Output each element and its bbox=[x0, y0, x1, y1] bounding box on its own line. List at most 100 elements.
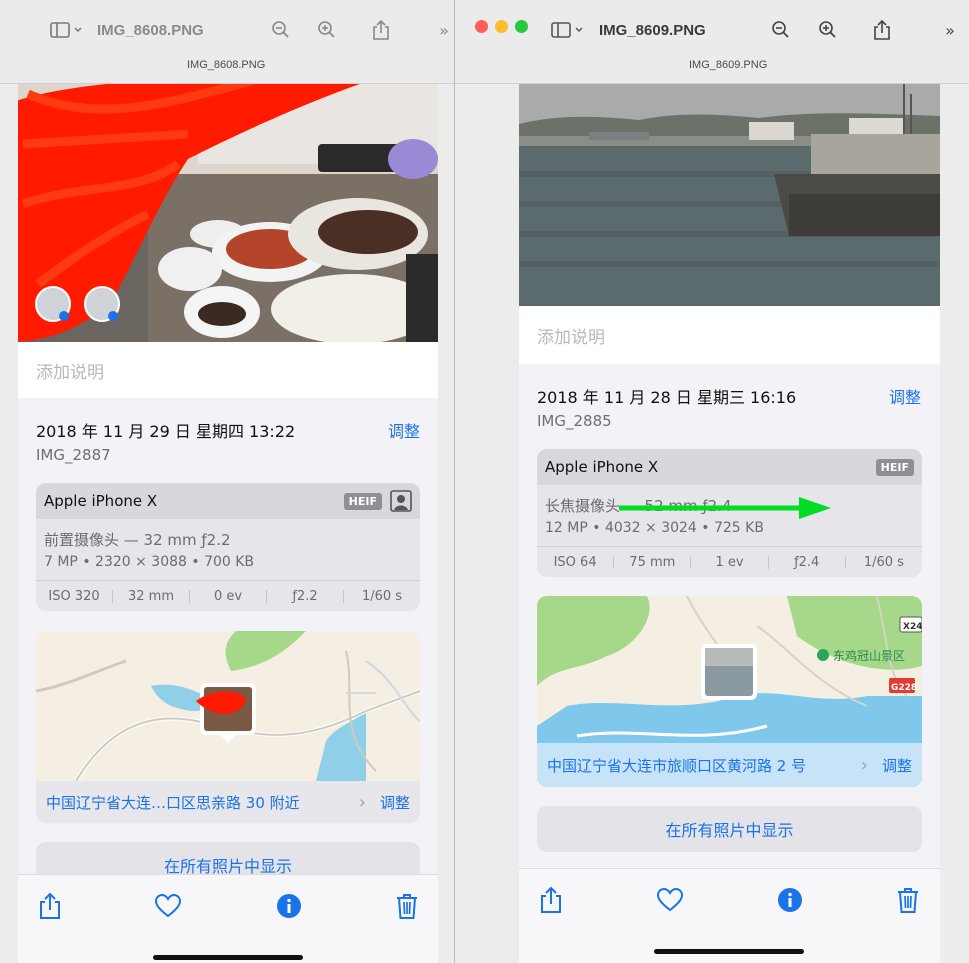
fullscreen-button[interactable] bbox=[515, 20, 528, 33]
camera-model: Apple iPhone X bbox=[44, 492, 158, 510]
photo-preview[interactable] bbox=[519, 84, 940, 306]
toolbar-overflow-button[interactable]: » bbox=[434, 17, 454, 43]
titlebar: IMG_8609.PNG » IMG_8609.PNG bbox=[455, 0, 969, 84]
zoom-out-icon bbox=[772, 21, 789, 38]
sidebar-toggle-button[interactable] bbox=[50, 17, 86, 43]
titlebar: IMG_8608.PNG » IMG_8608.PNG bbox=[0, 0, 454, 84]
heart-icon bbox=[657, 888, 683, 912]
exif-shutter: 1/60 s bbox=[863, 555, 904, 570]
green-arrow-annotation bbox=[619, 497, 831, 519]
photo-datetime: 2018 年 11 月 28 日 星期三 16:16 bbox=[537, 388, 797, 407]
exif-focal: 75 mm bbox=[614, 556, 692, 569]
chevron-double-right-icon: » bbox=[945, 20, 955, 40]
map-image bbox=[36, 631, 420, 783]
zoom-in-button[interactable] bbox=[314, 17, 340, 43]
zoom-out-button[interactable] bbox=[768, 17, 794, 43]
adjust-location-button[interactable]: 调整 bbox=[882, 755, 912, 776]
bottom-toolbar bbox=[519, 868, 940, 963]
favorite-button[interactable] bbox=[153, 891, 183, 921]
info-button[interactable] bbox=[775, 885, 805, 915]
share-icon bbox=[541, 886, 561, 913]
chevron-right-icon: › bbox=[358, 791, 366, 813]
sidebar-icon bbox=[50, 22, 82, 38]
camera-info-card: Apple iPhone X HEIF 前置摄像头 — 32 mm ƒ2.2 7… bbox=[36, 483, 420, 611]
trash-icon bbox=[397, 894, 417, 919]
exif-shutter: 1/60 s bbox=[361, 589, 403, 604]
favorite-button[interactable] bbox=[655, 885, 685, 915]
caption-field[interactable]: 添加说明 bbox=[18, 342, 438, 398]
share-button[interactable] bbox=[869, 17, 895, 43]
window-title: IMG_8608.PNG bbox=[97, 21, 204, 39]
minimize-button[interactable] bbox=[495, 20, 508, 33]
road-badge-g228: G228 bbox=[891, 683, 917, 693]
adjust-location-button[interactable]: 调整 bbox=[380, 792, 410, 813]
harbor-photo-image bbox=[519, 84, 940, 306]
preview-window-left: IMG_8608.PNG » IMG_8608.PNG 添加说明 2018 年 … bbox=[0, 0, 454, 963]
share-icon bbox=[874, 19, 890, 40]
location-map-card[interactable]: 东鸡冠山景区 X24 G228 中国辽宁省大连市旅顺口区黄河路 2 号 › 调整 bbox=[537, 596, 922, 787]
window-subtitle: IMG_8609.PNG bbox=[689, 59, 768, 71]
trash-icon bbox=[898, 888, 918, 913]
share-photo-button[interactable] bbox=[536, 885, 566, 915]
exif-ev: 1 ev bbox=[691, 556, 769, 569]
camera-model: Apple iPhone X bbox=[545, 458, 659, 476]
photo-specs: 7 MP • 2320 × 3088 • 700 KB bbox=[44, 554, 255, 570]
home-indicator bbox=[654, 949, 804, 954]
dinner-photo-image bbox=[18, 84, 438, 344]
photo-info-panel: 添加说明 2018 年 11 月 28 日 星期三 16:16 调整 IMG_2… bbox=[519, 84, 940, 963]
home-indicator bbox=[153, 955, 303, 960]
exif-row: ISO 64 75 mm 1 ev ƒ2.4 1/60 s bbox=[537, 546, 922, 577]
address-text[interactable]: 中国辽宁省大连市旅顺口区黄河路 2 号 bbox=[547, 755, 855, 776]
sidebar-toggle-button[interactable] bbox=[551, 17, 587, 43]
close-button[interactable] bbox=[475, 20, 488, 33]
share-icon bbox=[40, 892, 60, 919]
poi-label: 东鸡冠山景区 bbox=[833, 648, 905, 663]
heart-icon bbox=[155, 894, 181, 918]
camera-header: Apple iPhone X HEIF bbox=[36, 483, 420, 519]
window-subtitle: IMG_8608.PNG bbox=[187, 59, 266, 71]
zoom-out-button[interactable] bbox=[268, 17, 294, 43]
preview-window-right: IMG_8609.PNG » IMG_8609.PNG 添加说明 2018 年 … bbox=[454, 0, 969, 963]
lens-info: 前置摄像头 — 32 mm ƒ2.2 bbox=[44, 531, 231, 549]
exif-iso: ISO 320 bbox=[36, 590, 113, 603]
zoom-in-button[interactable] bbox=[815, 17, 841, 43]
toolbar-overflow-button[interactable]: » bbox=[937, 17, 963, 43]
exif-iso: ISO 64 bbox=[537, 556, 615, 569]
exif-aperture: ƒ2.4 bbox=[769, 556, 846, 569]
info-button[interactable] bbox=[274, 891, 304, 921]
portrait-icon bbox=[390, 490, 412, 512]
exif-focal: 32 mm bbox=[113, 590, 190, 603]
location-map-card[interactable]: 中国辽宁省大连…口区思亲路 30 附近 › 调整 bbox=[36, 631, 420, 823]
info-icon bbox=[778, 888, 802, 912]
format-badge: HEIF bbox=[343, 492, 382, 510]
address-row[interactable]: 中国辽宁省大连…口区思亲路 30 附近 › 调整 bbox=[36, 781, 420, 823]
zoom-out-icon bbox=[272, 21, 289, 38]
share-button[interactable] bbox=[368, 17, 394, 43]
zoom-in-icon bbox=[819, 21, 836, 38]
info-icon bbox=[277, 894, 301, 918]
show-in-all-photos-button[interactable]: 在所有照片中显示 bbox=[537, 806, 922, 852]
adjust-datetime-button[interactable]: 调整 bbox=[388, 418, 420, 442]
exif-aperture: ƒ2.2 bbox=[267, 590, 344, 603]
photo-filename: IMG_2887 bbox=[36, 446, 111, 464]
share-icon bbox=[373, 19, 389, 40]
photo-datetime: 2018 年 11 月 29 日 星期四 13:22 bbox=[36, 422, 296, 441]
photo-preview[interactable] bbox=[18, 84, 438, 344]
exif-row: ISO 320 32 mm 0 ev ƒ2.2 1/60 s bbox=[36, 580, 420, 611]
chevron-double-right-icon: » bbox=[439, 20, 449, 40]
address-row[interactable]: 中国辽宁省大连市旅顺口区黄河路 2 号 › 调整 bbox=[537, 743, 922, 787]
delete-button[interactable] bbox=[392, 891, 422, 921]
photo-filename: IMG_2885 bbox=[537, 412, 612, 430]
share-photo-button[interactable] bbox=[35, 891, 65, 921]
road-badge-x24: X24 bbox=[903, 622, 922, 632]
exif-ev: 0 ev bbox=[190, 590, 267, 603]
zoom-in-icon bbox=[318, 21, 335, 38]
address-text[interactable]: 中国辽宁省大连…口区思亲路 30 附近 bbox=[46, 792, 353, 813]
chevron-right-icon: › bbox=[860, 754, 868, 776]
caption-field[interactable]: 添加说明 bbox=[519, 306, 940, 364]
camera-header: Apple iPhone X HEIF bbox=[537, 449, 922, 485]
delete-button[interactable] bbox=[893, 885, 923, 915]
adjust-datetime-button[interactable]: 调整 bbox=[889, 384, 921, 408]
bottom-toolbar bbox=[18, 874, 438, 963]
photo-info-panel: 添加说明 2018 年 11 月 29 日 星期四 13:22 调整 IMG_2… bbox=[18, 84, 438, 963]
